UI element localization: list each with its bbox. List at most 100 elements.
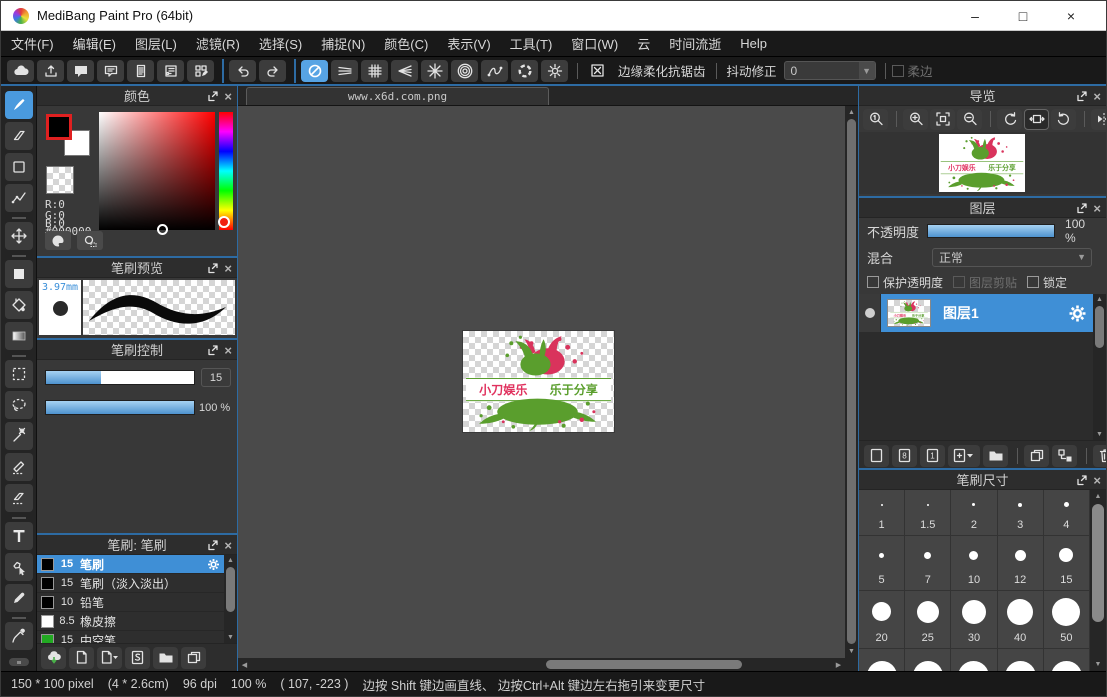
menu-color[interactable]: 颜色(C) bbox=[384, 34, 441, 53]
snap-radial-button[interactable] bbox=[421, 60, 448, 82]
menu-edit[interactable]: 编辑(E) bbox=[73, 34, 129, 53]
saturation-value-picker[interactable] bbox=[99, 112, 215, 230]
snap-off-button[interactable] bbox=[301, 60, 328, 82]
antialias-toggle-button[interactable] bbox=[584, 60, 611, 82]
scroll-up-icon[interactable]: ▲ bbox=[1093, 294, 1106, 305]
maximize-button[interactable]: □ bbox=[1014, 8, 1032, 24]
document-button[interactable] bbox=[127, 60, 154, 82]
gradient-tool-button[interactable] bbox=[5, 322, 33, 350]
brush-size-cell[interactable]: 40 bbox=[998, 591, 1044, 649]
divide-tool-button[interactable] bbox=[5, 584, 33, 612]
brush-row[interactable]: 15 笔刷（淡入淡出） bbox=[37, 574, 224, 593]
brush-size-cell[interactable] bbox=[998, 649, 1044, 671]
eraser-tool-button[interactable] bbox=[5, 122, 33, 150]
operation-tool-button[interactable] bbox=[5, 553, 33, 581]
zoom-actual-button[interactable] bbox=[863, 109, 888, 130]
layer-visibility-icon[interactable] bbox=[865, 308, 875, 318]
add-8bit-layer-button[interactable]: 8 bbox=[892, 445, 917, 467]
canvas-horizontal-scrollbar[interactable]: ◀ ▶ bbox=[238, 658, 845, 671]
add-brush-menu-button[interactable] bbox=[97, 647, 122, 669]
close-icon[interactable]: × bbox=[1093, 90, 1101, 103]
zoom-in-button[interactable] bbox=[903, 109, 928, 130]
brush-size-cell[interactable]: 1 bbox=[859, 490, 905, 536]
palette-button[interactable] bbox=[45, 231, 71, 250]
scroll-down-icon[interactable]: ▼ bbox=[224, 632, 237, 643]
snap-curve-button[interactable] bbox=[481, 60, 508, 82]
layer-list-scrollbar[interactable]: ▲ ▼ bbox=[1093, 294, 1106, 440]
clipping-checkbox[interactable] bbox=[953, 276, 965, 288]
menu-file[interactable]: 文件(F) bbox=[11, 34, 67, 53]
layer-transfer-button[interactable] bbox=[1052, 445, 1077, 467]
add-layer-button[interactable] bbox=[864, 445, 889, 467]
menu-timelapse[interactable]: 时间流逝 bbox=[669, 34, 734, 53]
close-icon[interactable]: × bbox=[1093, 202, 1101, 215]
brush-size-cell[interactable] bbox=[1044, 649, 1090, 671]
menu-help[interactable]: Help bbox=[740, 36, 780, 51]
comment-button[interactable] bbox=[97, 60, 124, 82]
scroll-up-icon[interactable]: ▲ bbox=[224, 555, 237, 566]
zoom-fit-button[interactable] bbox=[930, 109, 955, 130]
menu-tools[interactable]: 工具(T) bbox=[510, 34, 566, 53]
popout-icon[interactable] bbox=[1076, 475, 1087, 486]
brush-row-selected[interactable]: 15 笔刷 bbox=[37, 555, 224, 574]
lasso-tool-button[interactable] bbox=[5, 391, 33, 419]
snap-settings-button[interactable] bbox=[541, 60, 568, 82]
foreground-color-swatch[interactable] bbox=[46, 114, 72, 140]
toolstrip-handle[interactable] bbox=[9, 658, 29, 666]
rotate-left-button[interactable] bbox=[997, 109, 1022, 130]
publish-button[interactable] bbox=[37, 60, 64, 82]
hue-marker[interactable] bbox=[218, 216, 230, 228]
blend-mode-select[interactable]: 正常 ▼ bbox=[932, 248, 1092, 267]
protect-alpha-checkbox[interactable] bbox=[867, 276, 879, 288]
redo-button[interactable] bbox=[259, 60, 286, 82]
chat-button[interactable] bbox=[67, 60, 94, 82]
brush-settings-gear-icon[interactable] bbox=[207, 558, 220, 571]
close-icon[interactable]: × bbox=[224, 344, 232, 357]
brush-row[interactable]: 8.5 橡皮擦 bbox=[37, 612, 224, 631]
scroll-up-icon[interactable]: ▲ bbox=[1090, 491, 1106, 502]
brush-tool-button[interactable] bbox=[5, 91, 33, 119]
snap-concentric-button[interactable] bbox=[451, 60, 478, 82]
zoom-out-button[interactable] bbox=[957, 109, 982, 130]
snap-grid-button[interactable] bbox=[361, 60, 388, 82]
scroll-down-icon[interactable]: ▼ bbox=[1093, 429, 1106, 440]
scroll-down-icon[interactable]: ▼ bbox=[1090, 659, 1106, 670]
brush-size-cell[interactable]: 25 bbox=[905, 591, 951, 649]
layer-row-selected[interactable]: 图层1 bbox=[859, 294, 1093, 332]
brush-opacity-slider[interactable] bbox=[45, 400, 195, 415]
rotate-reset-button[interactable] bbox=[1024, 109, 1049, 130]
color-mode-button[interactable] bbox=[77, 231, 103, 250]
popout-icon[interactable] bbox=[1076, 203, 1087, 214]
duplicate-layer-button[interactable] bbox=[1024, 445, 1049, 467]
select-pen-tool-button[interactable] bbox=[5, 453, 33, 481]
undo-button[interactable] bbox=[229, 60, 256, 82]
close-icon[interactable]: × bbox=[1093, 474, 1101, 487]
canvas-area[interactable]: www.x6d.com.png ▲ ▼ ◀ ▶ bbox=[237, 86, 859, 671]
brush-size-cell[interactable] bbox=[905, 649, 951, 671]
menu-select[interactable]: 选择(S) bbox=[259, 34, 315, 53]
menu-window[interactable]: 窗口(W) bbox=[571, 34, 631, 53]
brush-size-cell[interactable]: 12 bbox=[998, 536, 1044, 591]
close-icon[interactable]: × bbox=[224, 262, 232, 275]
menu-snap[interactable]: 捕捉(N) bbox=[321, 34, 378, 53]
snap-ellipse-button[interactable] bbox=[511, 60, 538, 82]
flip-horizontal-button[interactable] bbox=[1091, 109, 1106, 130]
brush-row[interactable]: 10 铅笔 bbox=[37, 593, 224, 612]
snap-parallel-button[interactable] bbox=[331, 60, 358, 82]
close-icon[interactable]: × bbox=[224, 539, 232, 552]
brush-size-cell[interactable]: 20 bbox=[859, 591, 905, 649]
popout-icon[interactable] bbox=[207, 91, 218, 102]
navigator-preview[interactable] bbox=[859, 132, 1106, 194]
eyedropper-tool-button[interactable] bbox=[5, 622, 33, 650]
minimize-button[interactable]: – bbox=[966, 8, 984, 24]
cloud-save-button[interactable] bbox=[7, 60, 34, 82]
hue-slider[interactable] bbox=[219, 112, 233, 230]
move-tool-button[interactable] bbox=[5, 222, 33, 250]
menu-view[interactable]: 表示(V) bbox=[447, 34, 503, 53]
material-list-button[interactable] bbox=[157, 60, 184, 82]
jitter-select[interactable]: 0 ▼ bbox=[784, 61, 876, 80]
close-button[interactable]: × bbox=[1062, 8, 1080, 24]
brush-size-scrollbar[interactable]: ▲ ▼ bbox=[1090, 490, 1106, 671]
transparent-color-swatch[interactable] bbox=[46, 166, 74, 194]
brush-size-cell[interactable]: 50 bbox=[1044, 591, 1090, 649]
